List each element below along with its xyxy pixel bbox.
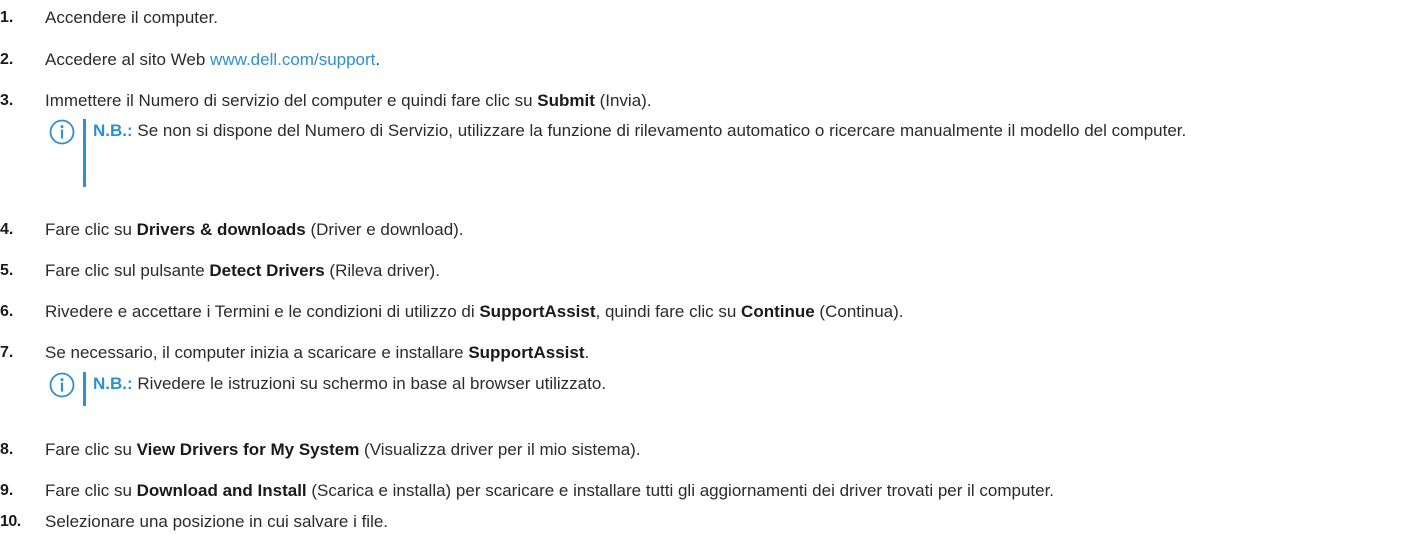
step-number: 2. (0, 51, 14, 68)
step-text: Selezionare una posizione in cui salvare… (45, 512, 389, 531)
note-divider (83, 119, 86, 187)
step-number: 3. (0, 92, 14, 109)
note-text: N.B.: Rivedere le istruzioni su schermo … (93, 374, 607, 393)
step-text: Fare clic su Download and Install (Scari… (45, 481, 1055, 500)
step-text: Rivedere e accettare i Termini e le cond… (45, 302, 904, 321)
step-text: Accendere il computer. (45, 8, 218, 27)
step-text: Fare clic su Drivers & downloads (Driver… (45, 220, 464, 239)
note-divider (83, 372, 86, 406)
step-text: Accedere al sito Web www.dell.com/suppor… (45, 50, 381, 69)
step-number: 4. (0, 221, 14, 238)
step-number: 9. (0, 482, 14, 499)
info-icon (49, 119, 75, 145)
step-number: 10. (0, 513, 21, 530)
step-text: Se necessario, il computer inizia a scar… (45, 343, 590, 362)
info-icon (49, 372, 75, 398)
step-number: 7. (0, 344, 14, 361)
step-number: 5. (0, 262, 14, 279)
step-text: Fare clic sul pulsante Detect Drivers (R… (45, 261, 440, 280)
dell-support-link[interactable]: www.dell.com/support (210, 50, 375, 69)
step-number: 8. (0, 441, 14, 458)
note-text: N.B.: Se non si dispone del Numero di Se… (93, 121, 1187, 140)
step-number: 6. (0, 303, 14, 320)
step-text: Fare clic su View Drivers for My System … (45, 440, 641, 459)
step-text: Immettere il Numero di servizio del comp… (45, 91, 652, 110)
step-number: 1. (0, 9, 14, 26)
